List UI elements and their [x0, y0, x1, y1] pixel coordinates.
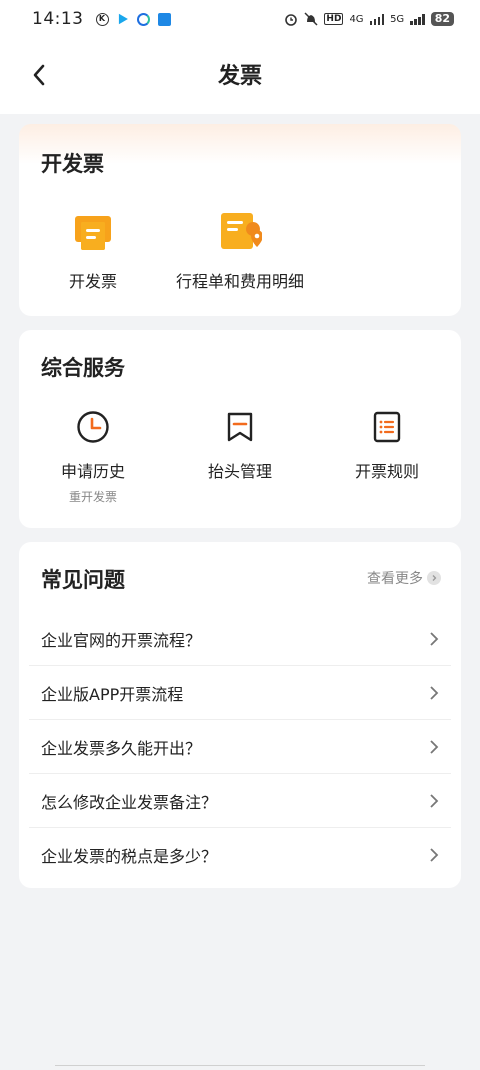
invoice-rules-label: 开票规则 [354, 462, 419, 481]
bookmark-icon [223, 410, 257, 444]
faq-item[interactable]: 企业发票多久能开出？ [29, 720, 451, 774]
application-history-label: 申请历史 [60, 462, 125, 481]
faq-item[interactable]: 企业版APP开票流程 [29, 666, 451, 720]
status-right: HD 4G 5G 82 [284, 12, 454, 26]
status-left: 14:13 K [32, 9, 171, 29]
invoice-rules-button[interactable]: 开票规则 [343, 410, 431, 482]
page-title: 发票 [217, 64, 262, 89]
faq-item[interactable]: 企业发票的税点是多少？ [29, 828, 451, 881]
invoice-stack-icon [71, 210, 115, 254]
chevron-right-icon [430, 685, 439, 700]
status-bar: 14:13 K HD 4G 5G 82 [0, 0, 480, 38]
title-management-button[interactable]: 抬头管理 [196, 410, 284, 482]
network-4g-label: 4G [349, 13, 364, 25]
faq-card: 常见问题 查看更多 企业官网的开票流程？ 企业版APP开票流程 企业发票多久能开… [19, 542, 461, 888]
status-time: 14:13 [32, 9, 84, 29]
itinerary-details-label: 行程单和费用明细 [175, 272, 304, 291]
faq-question: 怎么修改企业发票备注？ [41, 792, 218, 812]
faq-card-title: 常见问题 [41, 568, 125, 592]
faq-list: 企业官网的开票流程？ 企业版APP开票流程 企业发票多久能开出？ 怎么修改企业发… [29, 612, 451, 881]
chevron-right-icon [430, 739, 439, 754]
itinerary-location-icon [218, 210, 263, 254]
faq-question: 企业版APP开票流程 [41, 684, 184, 704]
arrow-app-icon [157, 12, 171, 26]
issue-invoice-button[interactable]: 开发票 [59, 210, 127, 292]
title-management-label: 抬头管理 [207, 462, 272, 481]
chevron-right-icon [430, 793, 439, 808]
services-card-title: 综合服务 [41, 356, 125, 380]
play-app-icon [118, 13, 128, 25]
clock-icon [76, 410, 110, 444]
chevron-right-icon [430, 631, 439, 646]
list-icon [370, 410, 404, 444]
network-5g-label: 5G [390, 13, 405, 25]
alarm-icon [285, 14, 298, 26]
faq-item[interactable]: 企业官网的开票流程？ [29, 612, 451, 666]
k-app-icon: K [95, 12, 109, 26]
circle-app-icon [136, 12, 150, 26]
application-history-button[interactable]: 申请历史 重开发票 [49, 410, 137, 505]
nav-bar: 发票 [0, 38, 480, 114]
invoice-card: 开发票 开发票 行程单和费用明细 [19, 124, 461, 316]
chevron-right-icon [430, 847, 439, 862]
signal-4g-icon [369, 13, 385, 25]
hd-badge: HD [324, 13, 344, 25]
bottom-edge [55, 1065, 425, 1070]
faq-question: 企业发票多久能开出？ [41, 738, 202, 758]
invoice-card-title: 开发票 [41, 152, 104, 176]
chevron-right-circle-icon [427, 571, 441, 585]
battery-indicator: 82 [430, 12, 454, 26]
faq-question: 企业发票的税点是多少？ [41, 846, 218, 866]
faq-item[interactable]: 怎么修改企业发票备注？ [29, 774, 451, 828]
faq-question: 企业官网的开票流程？ [41, 630, 202, 650]
reissue-invoice-sublabel: 重开发票 [68, 490, 117, 504]
view-more-label: 查看更多 [367, 571, 423, 587]
itinerary-details-button[interactable]: 行程单和费用明细 [167, 210, 313, 292]
services-card: 综合服务 申请历史 重开发票 抬头管理 开票规则 [19, 330, 461, 528]
signal-5g-icon [410, 13, 425, 25]
issue-invoice-label: 开发票 [68, 272, 117, 291]
mute-bell-icon [304, 12, 318, 26]
view-more-link[interactable]: 查看更多 [367, 568, 441, 588]
